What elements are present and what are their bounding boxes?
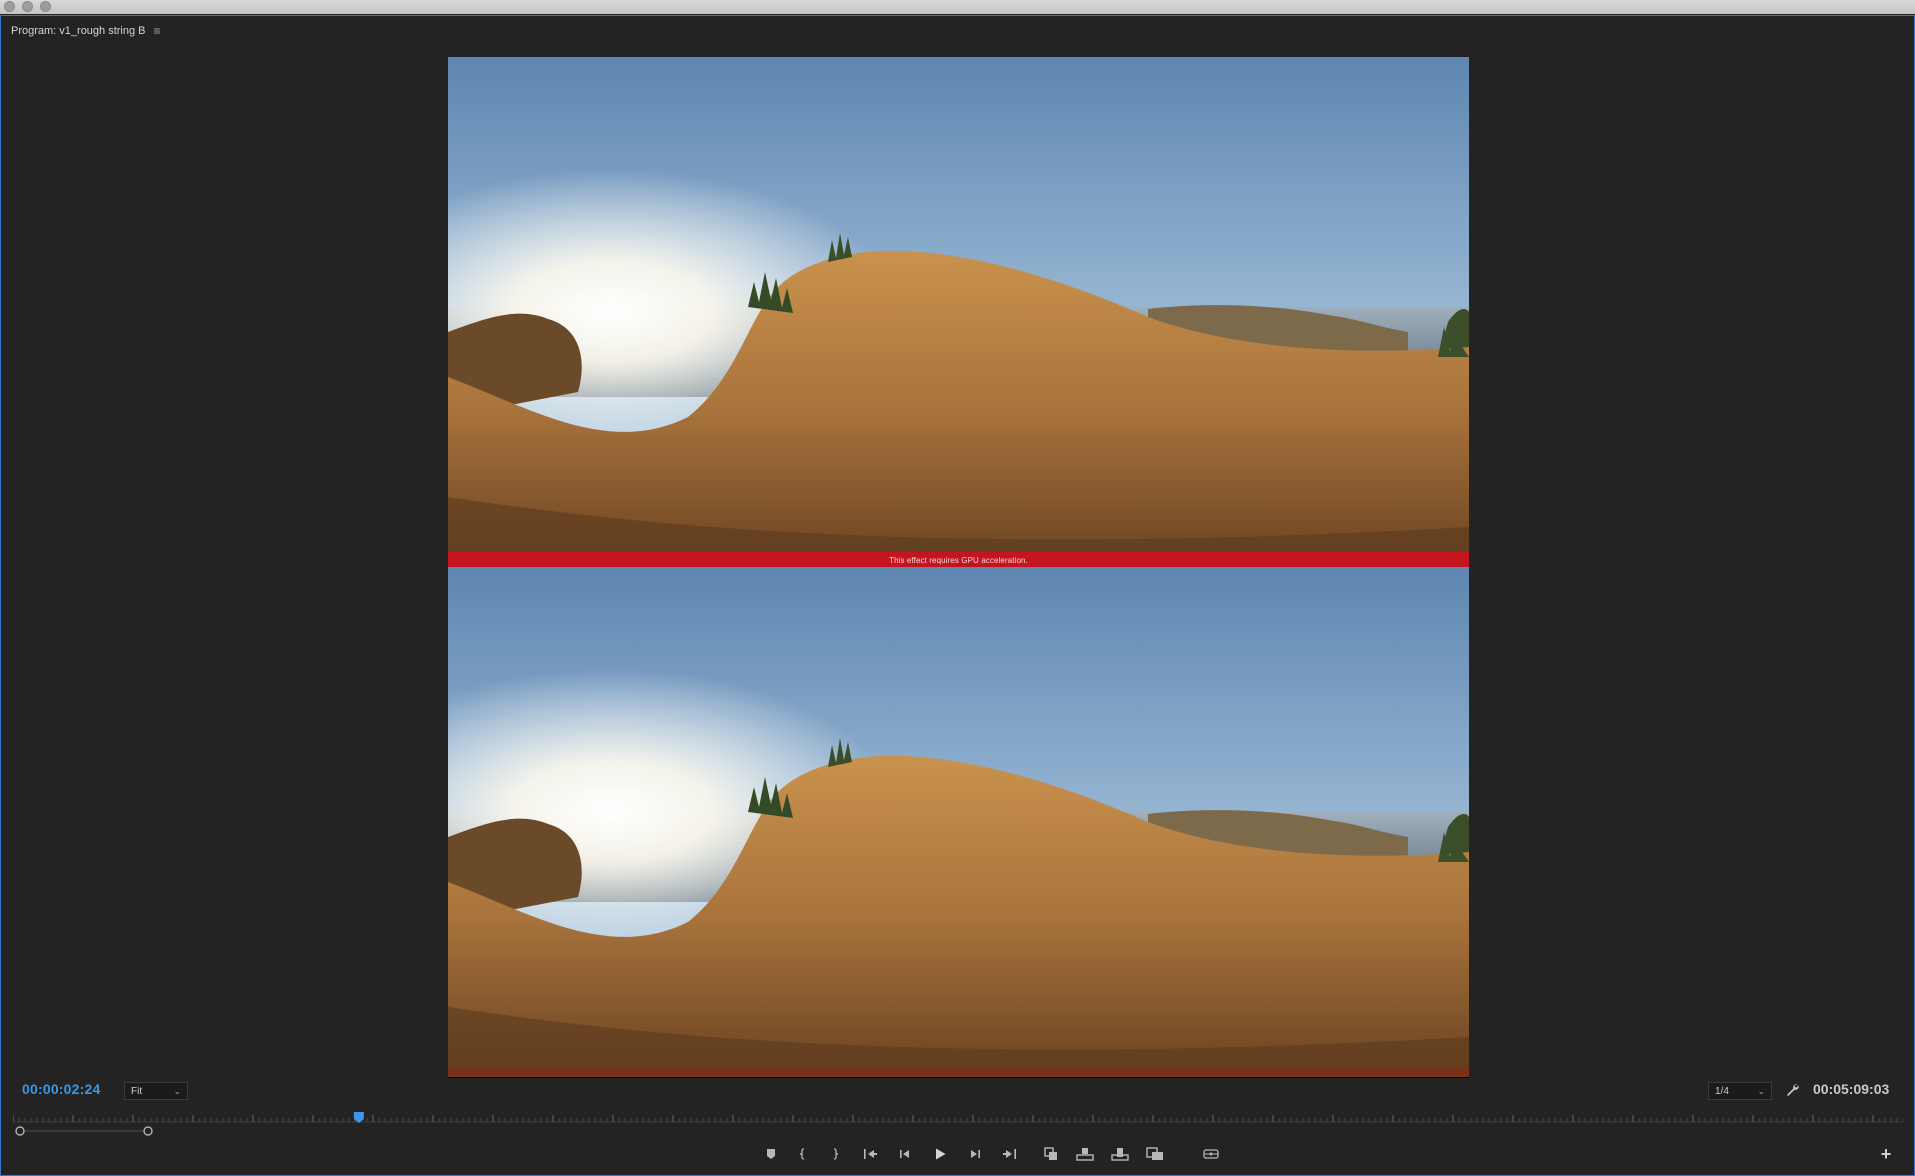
playback-resolution-value: 1/4 — [1715, 1085, 1729, 1097]
go-to-in-button[interactable] — [859, 1143, 881, 1165]
mark-out-button[interactable] — [824, 1143, 846, 1165]
mark-in-button[interactable] — [792, 1143, 814, 1165]
panel-title[interactable]: Program: v1_rough string B — [11, 25, 146, 37]
step-back-icon — [900, 1150, 909, 1158]
time-ruler[interactable] — [13, 1112, 1903, 1126]
zoom-bar-right-handle[interactable] — [143, 1126, 153, 1136]
zoom-scroll-bar[interactable] — [14, 1125, 154, 1137]
close-button[interactable] — [4, 1, 15, 12]
extract-icon — [1076, 1148, 1094, 1161]
play-icon — [936, 1148, 946, 1160]
zoom-button[interactable] — [40, 1, 51, 12]
program-viewer[interactable]: This effect requires GPU acceleration. — [448, 57, 1469, 1078]
marker-icon — [767, 1149, 775, 1159]
go-to-out-button[interactable] — [999, 1143, 1021, 1165]
play-button[interactable] — [929, 1143, 951, 1165]
go-to-in-icon — [864, 1149, 877, 1159]
lift-button[interactable] — [1040, 1143, 1062, 1165]
video-frame-bottom-eye — [448, 567, 1469, 1077]
vr-video-button[interactable] — [1200, 1143, 1222, 1165]
zoom-level-select[interactable]: Fit ⌄ — [124, 1082, 188, 1100]
mark-out-icon — [833, 1148, 839, 1160]
chevron-down-icon: ⌄ — [173, 1085, 181, 1096]
add-marker-button[interactable] — [760, 1143, 782, 1165]
add-button[interactable]: + — [1878, 1144, 1894, 1164]
vr-headset-icon — [1203, 1149, 1219, 1159]
current-timecode[interactable]: 00:00:02:24 — [22, 1081, 100, 1097]
insert-button[interactable] — [1109, 1143, 1131, 1165]
playback-resolution-select[interactable]: 1/4 ⌄ — [1708, 1082, 1772, 1100]
insert-icon — [1111, 1148, 1129, 1161]
zoom-bar-left-handle[interactable] — [15, 1126, 25, 1136]
go-to-out-icon — [1003, 1149, 1016, 1159]
video-frame-top-eye — [448, 57, 1469, 567]
zoom-level-value: Fit — [131, 1085, 143, 1097]
overwrite-button[interactable] — [1144, 1143, 1166, 1165]
overwrite-icon — [1146, 1147, 1163, 1160]
step-back-button[interactable] — [894, 1143, 916, 1165]
extract-button[interactable] — [1074, 1143, 1096, 1165]
minimize-button[interactable] — [22, 1, 33, 12]
lift-icon — [1044, 1147, 1057, 1160]
step-forward-button[interactable] — [964, 1143, 986, 1165]
mark-in-icon — [799, 1148, 805, 1160]
chevron-down-icon: ⌄ — [1757, 1085, 1765, 1096]
plus-icon: + — [1880, 1144, 1892, 1164]
duration-timecode: 00:05:09:03 — [1813, 1081, 1890, 1097]
step-forward-icon — [971, 1150, 980, 1158]
transport-controls — [760, 1143, 1260, 1167]
panel-header: Program: v1_rough string B ≡ — [11, 23, 161, 39]
window-titlebar — [0, 0, 1915, 14]
wrench-icon[interactable] — [1784, 1082, 1800, 1098]
hamburger-icon[interactable]: ≡ — [154, 25, 161, 37]
